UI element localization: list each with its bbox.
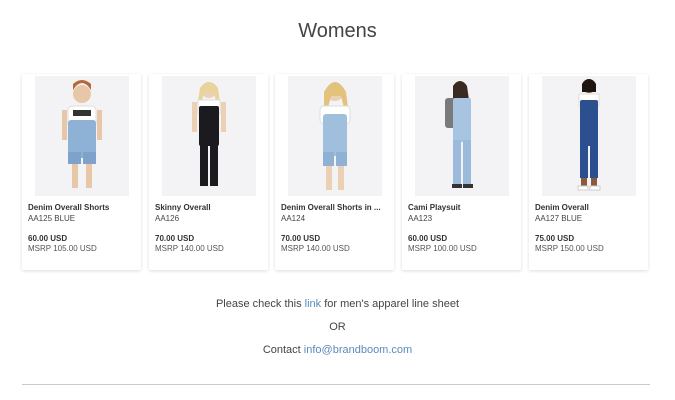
product-sku: AA125 BLUE bbox=[28, 214, 76, 223]
product-sku: AA123 bbox=[408, 214, 433, 223]
contact-email-link[interactable]: info@brandboom.com bbox=[304, 344, 412, 356]
product-sku: AA126 bbox=[155, 214, 180, 223]
mens-linesheet-link[interactable]: link bbox=[305, 298, 322, 310]
product-msrp: MSRP 140.00 USD bbox=[281, 244, 350, 253]
product-price: 70.00 USD bbox=[281, 234, 321, 243]
model-photo-icon bbox=[542, 76, 636, 196]
product-sku: AA127 BLUE bbox=[535, 214, 583, 223]
product-msrp: MSRP 140.00 USD bbox=[155, 244, 224, 253]
model-photo-icon bbox=[415, 76, 509, 196]
model-photo-icon bbox=[162, 76, 256, 196]
contact-line: Contact info@brandboom.com bbox=[0, 344, 675, 356]
product-msrp: MSRP 105.00 USD bbox=[28, 244, 97, 253]
product-price: 60.00 USD bbox=[28, 234, 68, 243]
product-sku: AA124 bbox=[281, 214, 306, 223]
product-image[interactable] bbox=[288, 76, 382, 196]
or-separator: OR bbox=[329, 321, 346, 333]
product-msrp: MSRP 100.00 USD bbox=[408, 244, 477, 253]
model-photo-icon bbox=[288, 76, 382, 196]
mens-linesheet-note: Please check this link for men's apparel… bbox=[0, 298, 675, 310]
product-msrp: MSRP 150.00 USD bbox=[535, 244, 604, 253]
product-name[interactable]: Skinny Overall bbox=[155, 203, 263, 212]
product-card[interactable]: Denim Overall Shorts AA125 BLUE 60.00 US… bbox=[22, 74, 141, 270]
product-card[interactable]: Skinny Overall AA126 70.00 USD MSRP 140.… bbox=[149, 74, 268, 270]
product-price: 75.00 USD bbox=[535, 234, 575, 243]
product-grid: Denim Overall Shorts AA125 BLUE 60.00 US… bbox=[22, 74, 650, 272]
product-card[interactable]: Cami Playsuit AA123 60.00 USD MSRP 100.0… bbox=[402, 74, 521, 270]
model-photo-icon bbox=[35, 76, 129, 196]
footer-divider bbox=[22, 384, 650, 385]
note-prefix: Please check this bbox=[215, 298, 302, 310]
product-image[interactable] bbox=[35, 76, 129, 196]
product-image[interactable] bbox=[542, 76, 636, 196]
note-suffix: for men's apparel line sheet bbox=[324, 298, 460, 310]
product-image[interactable] bbox=[415, 76, 509, 196]
product-name[interactable]: Denim Overall Shorts in ... bbox=[281, 203, 389, 212]
contact-prefix: Contact bbox=[262, 344, 301, 356]
product-name[interactable]: Denim Overall Shorts bbox=[28, 203, 136, 212]
product-price: 60.00 USD bbox=[408, 234, 448, 243]
product-name[interactable]: Denim Overall bbox=[535, 203, 643, 212]
product-name[interactable]: Cami Playsuit bbox=[408, 203, 516, 212]
page-title: Womens bbox=[298, 20, 377, 42]
product-price: 70.00 USD bbox=[155, 234, 195, 243]
product-image[interactable] bbox=[162, 76, 256, 196]
product-card[interactable]: Denim Overall AA127 BLUE 75.00 USD MSRP … bbox=[529, 74, 648, 270]
product-card[interactable]: Denim Overall Shorts in ... AA124 70.00 … bbox=[275, 74, 394, 270]
